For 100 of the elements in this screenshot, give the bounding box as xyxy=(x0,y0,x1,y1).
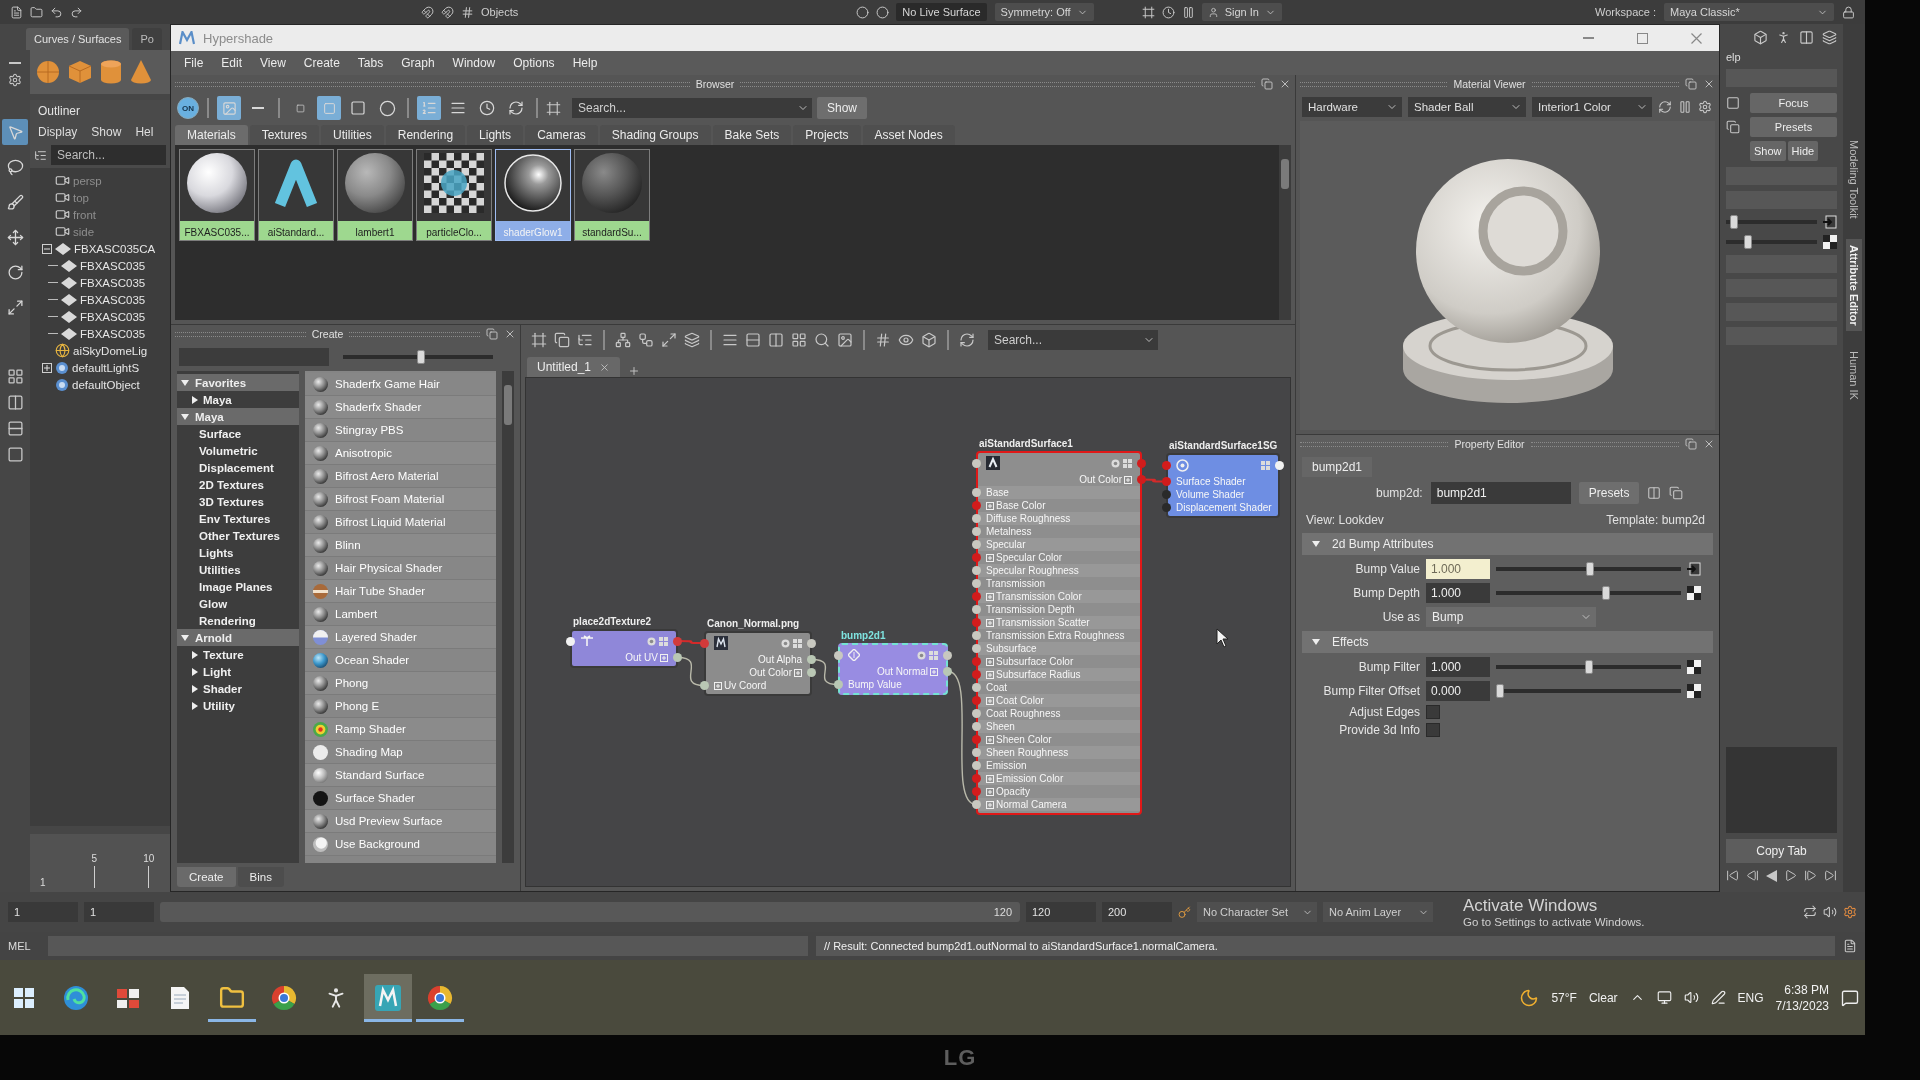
expand-icon[interactable] xyxy=(986,501,994,510)
frame-field[interactable]: 1 xyxy=(84,902,154,922)
search-field[interactable]: Search... xyxy=(988,330,1140,350)
frame-field[interactable]: 200 xyxy=(1102,902,1172,922)
workflow-icon[interactable] xyxy=(638,332,654,348)
node-type-item[interactable]: Usd Preview Surface xyxy=(305,810,496,833)
search-field[interactable] xyxy=(179,348,329,366)
rows-icon[interactable] xyxy=(745,332,761,348)
figure-icon[interactable] xyxy=(1776,30,1791,45)
outliner-item[interactable]: top xyxy=(73,191,89,204)
speaker-icon[interactable] xyxy=(1683,990,1699,1005)
close-icon[interactable] xyxy=(1703,78,1715,90)
slider-thumb[interactable] xyxy=(1602,586,1611,600)
name-field[interactable]: bump2d1 xyxy=(1430,482,1571,504)
node-type-item[interactable]: Phong xyxy=(305,672,496,695)
diagonal-arrows-icon[interactable] xyxy=(661,332,677,348)
cone-icon[interactable] xyxy=(130,60,152,84)
section-header[interactable]: 2d Bump Attributes xyxy=(1302,533,1713,555)
side-tab[interactable]: Modeling Toolkit xyxy=(1846,134,1862,225)
taskbar-button[interactable] xyxy=(364,973,412,1022)
category-item[interactable]: Texture xyxy=(177,646,299,663)
outliner-item[interactable]: FBXASC035 xyxy=(80,310,146,323)
circle-icon[interactable] xyxy=(1111,458,1120,468)
cylinder-icon[interactable] xyxy=(100,60,122,84)
category-item[interactable]: Image Planes xyxy=(177,578,299,595)
range-bar[interactable]: 120 xyxy=(160,902,1020,922)
grid-icon[interactable] xyxy=(1123,458,1132,468)
outliner-item[interactable]: side xyxy=(73,225,95,238)
side-tab[interactable]: Human IK xyxy=(1846,345,1862,407)
redo-icon[interactable] xyxy=(70,5,83,19)
outliner-item[interactable]: defaultObject xyxy=(72,378,140,391)
port-icon[interactable] xyxy=(972,644,981,653)
checker-icon[interactable] xyxy=(1823,235,1837,249)
port-icon[interactable] xyxy=(566,636,575,646)
expand-icon[interactable] xyxy=(986,696,994,705)
category-item[interactable]: Glow xyxy=(177,595,299,612)
node-type-item[interactable]: Standard Surface xyxy=(305,764,496,787)
step-back-icon[interactable] xyxy=(1746,869,1759,882)
menu-item[interactable]: Options xyxy=(506,54,562,72)
frame-ruler[interactable]: 1 5 10 xyxy=(30,834,170,892)
category-item[interactable]: 2D Textures xyxy=(177,476,299,493)
menu-item[interactable]: File xyxy=(177,54,211,72)
folder-icon[interactable] xyxy=(30,5,43,19)
browser-tab[interactable]: Utilities xyxy=(321,125,384,145)
columns-icon[interactable] xyxy=(1799,30,1814,45)
expand-icon[interactable] xyxy=(986,670,994,679)
category-item[interactable]: Surface xyxy=(177,425,299,442)
undo-icon[interactable] xyxy=(50,5,63,19)
side-tab[interactable]: Attribute Editor xyxy=(1846,238,1862,332)
columns-layout-icon[interactable] xyxy=(6,394,24,411)
port-icon[interactable] xyxy=(972,566,981,575)
material-swatch[interactable]: FBXASC035... xyxy=(179,149,255,241)
language-indicator[interactable]: ENG xyxy=(1737,990,1764,1005)
shelf-tab[interactable]: Curves / Surfaces xyxy=(26,28,130,50)
node-type-item[interactable]: Ramp Shader xyxy=(305,718,496,741)
file-icon[interactable] xyxy=(10,5,23,19)
layers-icon[interactable] xyxy=(1822,30,1837,45)
category-item[interactable]: Displacement xyxy=(177,459,299,476)
port-icon[interactable] xyxy=(1275,460,1284,470)
dropdown[interactable]: Bump xyxy=(1426,607,1596,627)
outliner-item[interactable]: FBXASC035 xyxy=(80,327,146,340)
frame-icon[interactable] xyxy=(546,100,561,116)
search-icon[interactable] xyxy=(814,332,830,348)
expand-icon[interactable] xyxy=(660,653,668,662)
speaker-icon[interactable] xyxy=(1823,905,1837,919)
category-item[interactable]: Volumetric xyxy=(177,442,299,459)
circle-icon[interactable] xyxy=(781,638,790,648)
menu-item[interactable]: Window xyxy=(445,54,503,72)
render-toggle[interactable]: ON xyxy=(177,97,199,119)
browser-tab[interactable]: Rendering xyxy=(385,125,466,145)
node-type-item[interactable]: Shaderfx Shader xyxy=(305,396,496,419)
expand-box-icon[interactable] xyxy=(42,362,52,373)
browser-tab[interactable]: Bake Sets xyxy=(712,125,792,145)
port-icon[interactable] xyxy=(834,650,843,660)
checkbox[interactable] xyxy=(1426,705,1440,719)
checkbox[interactable] xyxy=(1426,723,1440,737)
network-icon[interactable] xyxy=(615,332,631,348)
close-icon[interactable] xyxy=(504,328,516,340)
slider-thumb[interactable] xyxy=(1730,215,1739,229)
port-icon[interactable] xyxy=(807,638,816,648)
loop-icon[interactable] xyxy=(1803,905,1817,919)
port-icon[interactable] xyxy=(1162,503,1171,512)
shelf-tab[interactable]: Po xyxy=(132,28,162,50)
value-field[interactable]: 1.000 xyxy=(1426,657,1490,677)
overlap-squares-icon[interactable] xyxy=(554,332,570,348)
circle-icon[interactable] xyxy=(647,636,656,646)
settings-icon[interactable] xyxy=(1843,905,1857,919)
node-type-item[interactable]: Blinn xyxy=(305,534,496,557)
port-icon[interactable] xyxy=(943,650,952,660)
key-icon[interactable] xyxy=(1178,905,1191,919)
outliner-item[interactable]: front xyxy=(73,208,96,221)
port-icon[interactable] xyxy=(972,579,981,588)
pause-icon[interactable] xyxy=(1678,100,1692,114)
port-icon[interactable] xyxy=(1162,490,1171,499)
menu-item[interactable]: View xyxy=(253,54,293,72)
refresh-icon[interactable] xyxy=(1658,100,1672,114)
dropdown[interactable]: No Character Set xyxy=(1197,902,1317,922)
menu-item[interactable]: Hel xyxy=(135,125,154,139)
port-icon[interactable] xyxy=(943,667,952,676)
dropdown[interactable]: Hardware xyxy=(1302,97,1402,117)
